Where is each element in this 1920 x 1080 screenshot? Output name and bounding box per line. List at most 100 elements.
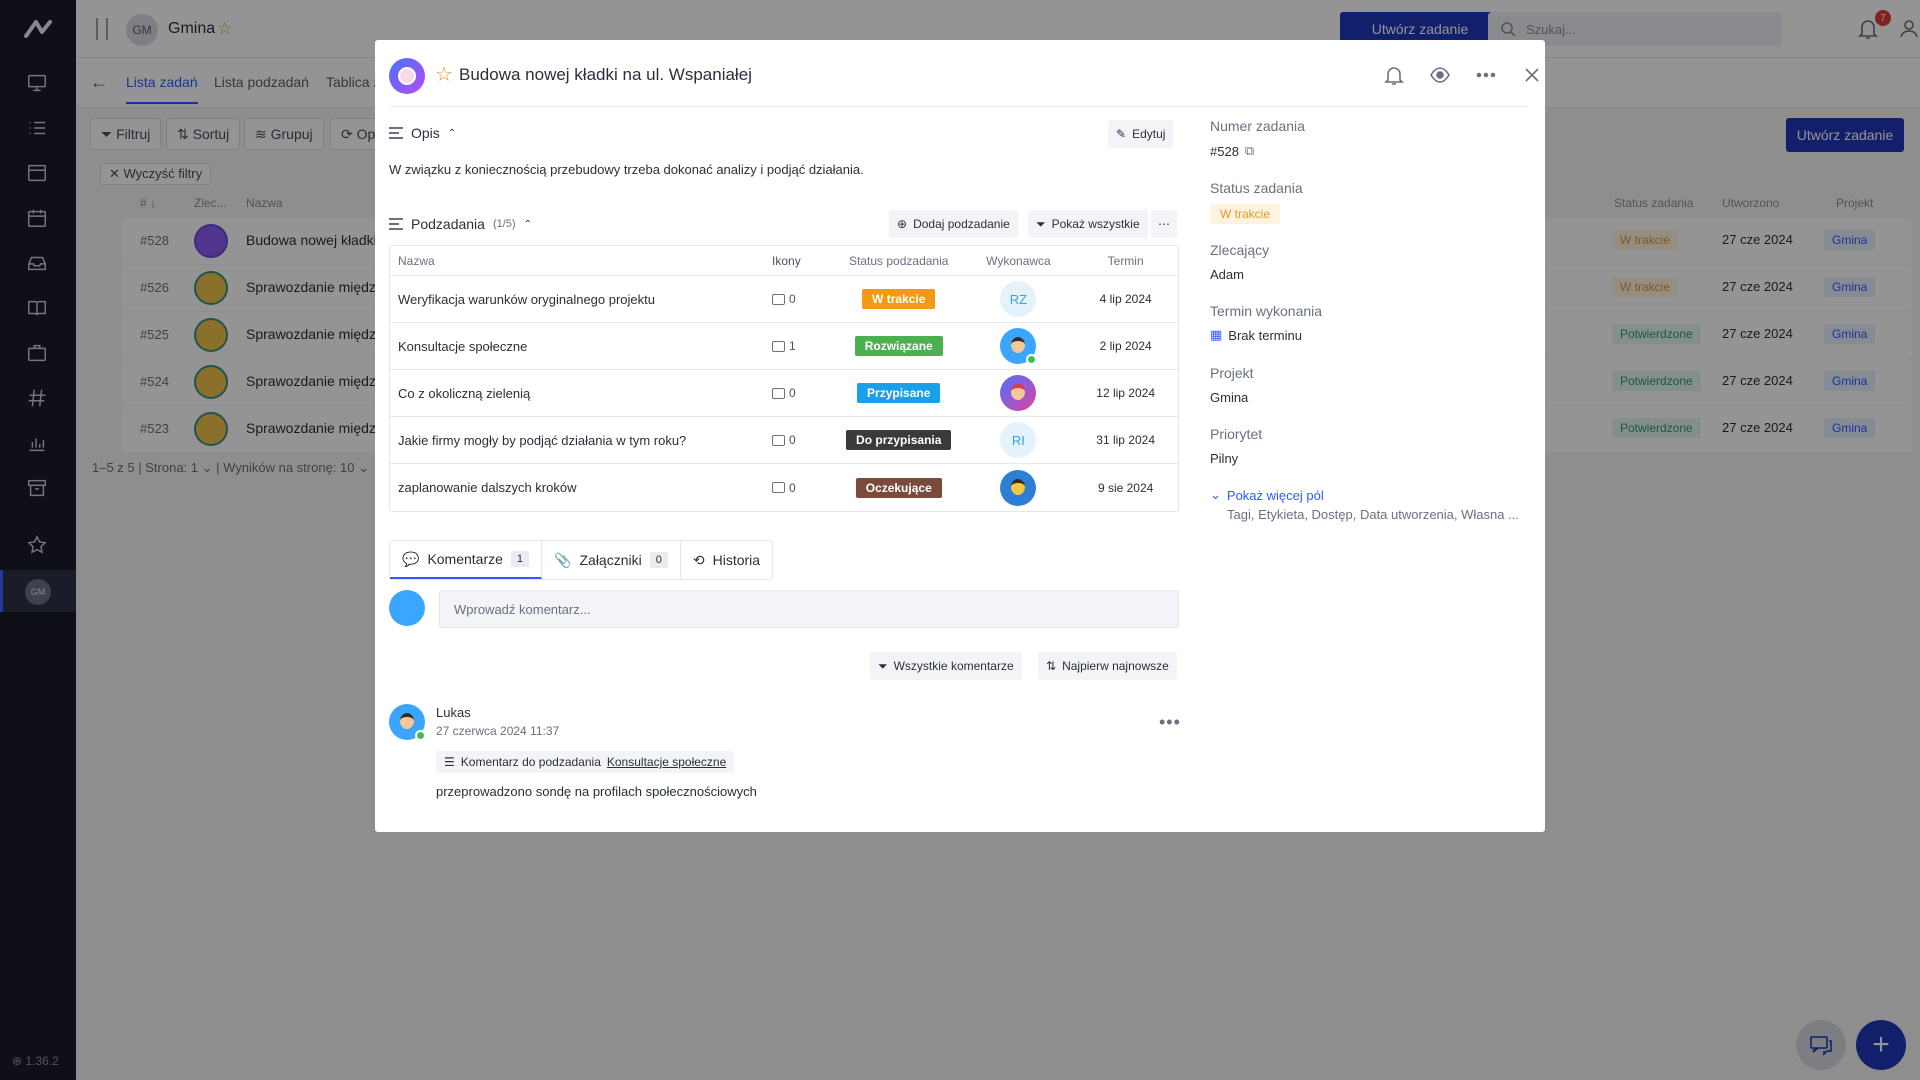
copy-icon[interactable]: ⧉ xyxy=(1245,143,1254,159)
comment-placeholder: Wprowadź komentarz... xyxy=(454,601,591,617)
show-more-fields-button[interactable]: ⌄ Pokaż więcej pól xyxy=(1210,487,1324,503)
subtask-name[interactable]: zaplanowanie dalszych kroków xyxy=(390,480,772,495)
subtask-status-badge[interactable]: Przypisane xyxy=(857,383,941,403)
project-label: Projekt xyxy=(1210,365,1254,381)
history-icon: ⟲ xyxy=(692,551,705,568)
comment-count: 0 xyxy=(789,292,796,306)
project-value[interactable]: Gmina xyxy=(1210,390,1248,405)
comment-author[interactable]: Lukas xyxy=(436,705,471,720)
more-fields-list: Tagi, Etykieta, Dostęp, Data utworzenia,… xyxy=(1227,507,1519,522)
subtask-status-badge[interactable]: W trakcie xyxy=(862,289,936,309)
subtasks-toggle[interactable]: Podzadania (1/5) ⌃ xyxy=(389,216,532,232)
subtasks-more-button[interactable]: ⋯ xyxy=(1151,210,1177,238)
tab-history[interactable]: ⟲ Historia xyxy=(681,541,772,579)
comment-text: przeprowadzono sondę na profilach społec… xyxy=(436,784,757,799)
assignee-avatar[interactable] xyxy=(1000,328,1038,365)
newest-first-label: Najpierw najnowsze xyxy=(1062,659,1169,673)
assigner-value[interactable]: Adam xyxy=(1210,267,1244,282)
task-number: #528 xyxy=(1210,143,1239,159)
header-divider xyxy=(389,106,1529,107)
description-toggle[interactable]: Opis ⌃ xyxy=(389,125,456,141)
bell-icon[interactable] xyxy=(1383,64,1405,86)
add-subtask-button[interactable]: ⊕ Dodaj podzadanie xyxy=(889,210,1018,238)
pencil-icon: ✎ xyxy=(1116,127,1127,141)
sort-newest-button[interactable]: ⇅ Najpierw najnowsze xyxy=(1038,652,1177,680)
subtask-name[interactable]: Jakie firmy mogły by podjąć działania w … xyxy=(390,433,772,448)
col-icons: Ikony xyxy=(772,253,801,268)
subtask-row[interactable]: Co z okoliczną zielenią 0 Przypisane 12 … xyxy=(390,370,1178,417)
assignee-avatar[interactable] xyxy=(1000,469,1037,506)
subtask-due: 4 lip 2024 xyxy=(1099,292,1152,306)
subtasks-icon xyxy=(389,218,403,230)
comment-more-icon[interactable]: ••• xyxy=(1159,712,1181,733)
subtask-status-badge[interactable]: Oczekujące xyxy=(855,477,942,498)
task-status-badge[interactable]: W trakcie xyxy=(1210,204,1281,224)
subtask-due: 2 lip 2024 xyxy=(1099,339,1152,353)
assignee-avatar[interactable]: RZ xyxy=(1000,281,1037,317)
sort-icon: ⇅ xyxy=(1046,659,1057,673)
due-date-value[interactable]: ▦ Brak terminu xyxy=(1210,327,1302,343)
plus-circle-icon: ⊕ xyxy=(897,217,908,231)
subtask-status-badge[interactable]: Do przypisania xyxy=(846,430,952,450)
all-comments-label: Wszystkie komentarze xyxy=(893,659,1014,673)
tab-comments[interactable]: 💬 Komentarze 1 xyxy=(390,541,543,579)
col-subtask-name[interactable]: Nazwa xyxy=(390,254,772,268)
description-heading: Opis xyxy=(411,125,440,141)
edit-label: Edytuj xyxy=(1132,127,1166,141)
subtask-icons: 0 xyxy=(772,481,834,495)
paperclip-icon: 📎 xyxy=(554,551,572,568)
comment-input[interactable]: Wprowadź komentarz... xyxy=(439,590,1179,628)
subtasks-count: (1/5) xyxy=(492,218,516,230)
chevron-down-icon: ⌄ xyxy=(1210,487,1221,502)
favorite-star-icon[interactable]: ☆ xyxy=(435,62,453,87)
priority-value[interactable]: Pilny xyxy=(1210,451,1238,466)
comment-count: 0 xyxy=(789,433,796,447)
filter-icon: ⏷ xyxy=(1036,216,1046,231)
subtask-due: 31 lip 2024 xyxy=(1096,433,1155,447)
subtask-name[interactable]: Weryfikacja warunków oryginalnego projek… xyxy=(390,292,772,307)
col-assignee[interactable]: Wykonawca xyxy=(964,254,1074,268)
subtask-due: 12 lip 2024 xyxy=(1096,386,1155,400)
comment-author-avatar[interactable] xyxy=(389,704,426,741)
subtasks-table: Nazwa Ikony Status podzadania Wykonawca … xyxy=(389,245,1179,512)
online-indicator xyxy=(1026,354,1038,365)
comment-date: 27 czerwca 2024 11:37 xyxy=(436,724,560,738)
comment-subtask-reference: ☰ Komentarz do podzadania Konsultacje sp… xyxy=(436,751,735,773)
all-comments-filter[interactable]: ⏷ Wszystkie komentarze xyxy=(870,652,1022,680)
more-options-icon[interactable] xyxy=(1475,64,1497,86)
filter-icon: ⏷ xyxy=(878,658,888,673)
subtasks-heading: Podzadania xyxy=(411,216,485,232)
show-all-button[interactable]: ⏷ Pokaż wszystkie xyxy=(1028,210,1148,238)
task-number-label: Numer zadania xyxy=(1210,118,1305,134)
subtask-name[interactable]: Co z okoliczną zielenią xyxy=(390,386,772,401)
subtask-icons: 0 xyxy=(772,386,834,400)
subtask-row[interactable]: Weryfikacja warunków oryginalnego projek… xyxy=(390,276,1178,323)
task-owner-avatar xyxy=(389,58,425,94)
assignee-avatar[interactable] xyxy=(1000,375,1037,411)
subtask-status-badge[interactable]: Rozwiązane xyxy=(854,336,943,356)
col-subtask-status[interactable]: Status podzadania xyxy=(834,254,964,268)
comment-count: 0 xyxy=(789,480,796,495)
subtask-row[interactable]: Jakie firmy mogły by podjąć działania w … xyxy=(390,417,1178,464)
comment-count: 0 xyxy=(789,386,796,400)
tab-attachments[interactable]: 📎 Załączniki 0 xyxy=(542,541,681,579)
tab-history-label: Historia xyxy=(712,552,761,568)
calendar-icon: ▦ xyxy=(1210,327,1223,342)
subtask-row[interactable]: zaplanowanie dalszych kroków 0 Oczekując… xyxy=(390,464,1178,511)
comment-icon xyxy=(772,482,786,493)
close-icon[interactable] xyxy=(1521,64,1543,86)
task-number-value: #528 ⧉ xyxy=(1210,143,1254,159)
eye-icon[interactable] xyxy=(1429,64,1451,86)
assignee-avatar[interactable]: RI xyxy=(1000,422,1037,458)
task-detail-modal: ☆ Budowa nowej kładki na ul. Wspaniałej … xyxy=(375,40,1545,832)
description-icon xyxy=(389,127,403,139)
col-due[interactable]: Termin xyxy=(1073,254,1178,268)
task-title[interactable]: Budowa nowej kładki na ul. Wspaniałej xyxy=(459,65,752,85)
edit-description-button[interactable]: ✎ Edytuj xyxy=(1108,120,1174,148)
tab-comments-count: 1 xyxy=(510,551,530,567)
comment-ref-link[interactable]: Konsultacje społeczne xyxy=(607,755,726,769)
subtask-name[interactable]: Konsultacje społeczne xyxy=(390,339,772,354)
modal-header-actions xyxy=(1383,64,1543,86)
subtask-row[interactable]: Konsultacje społeczne 1 Rozwiązane 2 lip… xyxy=(390,323,1178,370)
subtask-due: 9 sie 2024 xyxy=(1097,480,1154,495)
